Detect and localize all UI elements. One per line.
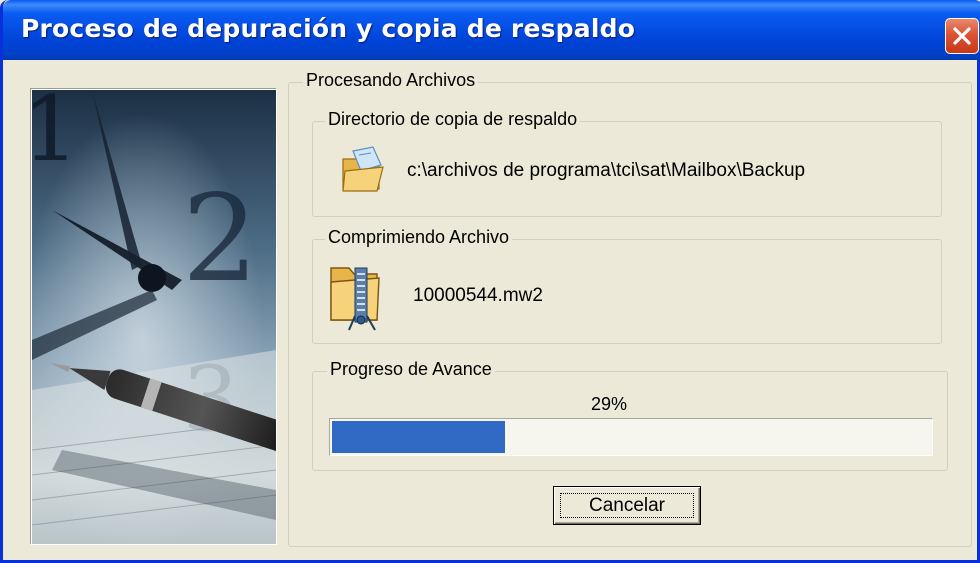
svg-text:1: 1 — [32, 90, 79, 182]
backup-directory-legend: Directorio de copia de respaldo — [325, 109, 581, 130]
close-icon — [953, 27, 971, 45]
dialog-window: Proceso de depuración y copia de respald… — [0, 0, 980, 563]
close-button[interactable] — [945, 18, 979, 54]
zipped-folder-icon — [327, 258, 397, 337]
cancel-button[interactable]: Cancelar — [553, 486, 701, 525]
current-file-name: 10000544.mw2 — [413, 285, 543, 306]
backup-directory-path: c:\archivos de programa\tci\sat\Mailbox\… — [407, 160, 806, 181]
compressing-file-legend: Comprimiendo Archivo — [325, 227, 513, 248]
progress-bar-fill — [332, 421, 505, 453]
progress-bar — [329, 418, 933, 456]
cancel-button-label: Cancelar — [588, 495, 666, 516]
window-title: Proceso de depuración y copia de respald… — [21, 14, 636, 43]
folder-icon — [339, 145, 387, 200]
svg-text:2: 2 — [182, 170, 258, 309]
progress-legend: Progreso de Avance — [327, 359, 495, 380]
processing-group-legend: Procesando Archivos — [303, 70, 479, 91]
title-bar[interactable]: Proceso de depuración y copia de respald… — [3, 0, 980, 60]
decorative-image: 1 2 3 — [31, 89, 277, 545]
compressing-file-group: Comprimiendo Archivo — [312, 227, 942, 344]
progress-percent: 29% — [591, 394, 628, 414]
